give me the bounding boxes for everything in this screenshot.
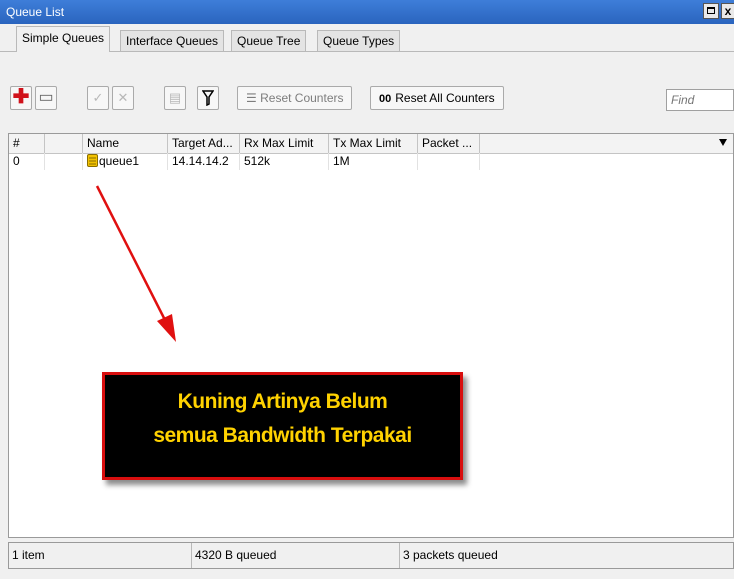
- status-bar: 1 item 4320 B queued 3 packets queued: [8, 542, 734, 569]
- status-queued-bytes: 4320 B queued: [192, 543, 400, 568]
- status-item-count: 1 item: [9, 543, 192, 568]
- annotation-arrow: [95, 185, 176, 342]
- callout-line-2: semua Bandwidth Terpakai: [153, 424, 412, 447]
- arrow-head-icon: [157, 314, 176, 342]
- queue-list-window: Queue List x Simple Queues Interface Que…: [0, 0, 734, 579]
- annotation-callout: Kuning Artinya Belum semua Bandwidth Ter…: [102, 372, 463, 480]
- status-queued-packets: 3 packets queued: [403, 548, 498, 562]
- callout-line-1: Kuning Artinya Belum: [177, 390, 388, 413]
